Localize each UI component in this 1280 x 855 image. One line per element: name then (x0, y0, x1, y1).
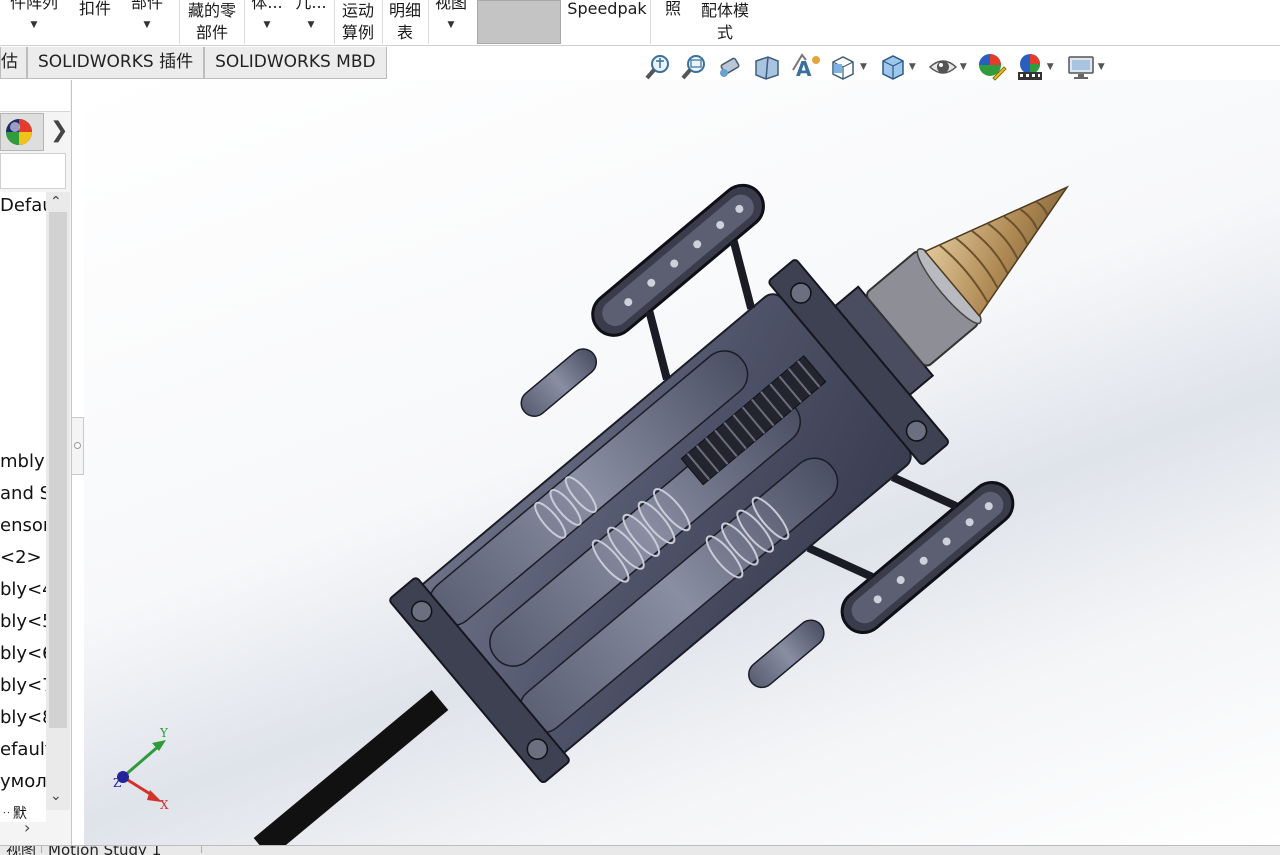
chevron-down-icon[interactable]: ▼ (124, 18, 170, 32)
tree-item[interactable]: ensor (0, 514, 46, 538)
ribbon-separator (650, 0, 651, 44)
tree-item[interactable]: efault (0, 738, 46, 762)
ribbon-speedpak-button[interactable]: Speedpak (566, 0, 648, 44)
chevron-down-icon[interactable]: ▼ (248, 18, 286, 32)
display-style-icon[interactable] (879, 52, 907, 82)
display-manager-tab[interactable] (0, 113, 44, 151)
chevron-down-icon[interactable]: ▼ (860, 62, 867, 72)
section-view-icon[interactable] (752, 53, 782, 81)
feature-manager-panel: ❯ Defau mbly< and S ensor <2> ( bly<4 bl… (0, 80, 72, 855)
tree-item[interactable]: Defau (0, 194, 46, 218)
view-orientation-icon[interactable] (828, 52, 858, 82)
cable (253, 690, 449, 845)
tree-item[interactable]: <2> ( (0, 546, 46, 570)
tree-item[interactable]: bly<5 (0, 610, 46, 634)
zoom-to-fit-icon[interactable] (644, 53, 672, 81)
triad-z-label: Z (113, 776, 122, 790)
ribbon-separator (382, 0, 383, 44)
ribbon-highlighted-button[interactable] (477, 0, 561, 44)
previous-view-icon[interactable] (716, 53, 744, 81)
tab-evaluate[interactable]: 估 (0, 47, 27, 79)
triad-y-label: Y (160, 726, 168, 740)
tree-vertical-scrollbar[interactable]: ⌃ ⌄ (46, 192, 70, 810)
heads-up-view-toolbar: A ▼ ▼ ▼ ▼ ▼ (644, 49, 1105, 85)
panel-collapse-handle[interactable] (72, 417, 84, 475)
tree-item[interactable]: mbly< (0, 450, 46, 474)
graphics-area[interactable]: Y Z X (84, 80, 1280, 845)
ribbon-bill-of-materials-button[interactable]: 明细表 (385, 0, 425, 44)
scrollbar-thumb[interactable] (49, 212, 67, 728)
ribbon-exploded-view-button[interactable]: 视图 ▼ (430, 0, 472, 44)
ribbon-show-hidden-components-button[interactable]: 藏的零 部件 (183, 0, 241, 44)
ribbon-linear-pattern-button[interactable]: 件阵列 ▼ (4, 0, 64, 44)
coordinate-triad (117, 740, 166, 802)
ribbon-assembly-features-button[interactable]: 体... ▼ (248, 0, 286, 44)
view-settings-icon[interactable] (1066, 53, 1096, 81)
chevron-down-icon[interactable]: ▼ (1098, 62, 1105, 72)
dynamic-annotation-icon[interactable]: A (790, 52, 822, 82)
tab-solidworks-addins[interactable]: SOLIDWORKS 插件 (27, 47, 205, 79)
tab-model-view[interactable]: 视图 (0, 846, 42, 855)
tree-item[interactable]: bly<4 (0, 578, 46, 602)
chevron-down-icon[interactable]: ▼ (294, 18, 328, 32)
chevron-right-icon[interactable]: ❯ (50, 118, 68, 143)
chevron-down-icon[interactable]: ▼ (909, 62, 916, 72)
tree-item[interactable]: and S (0, 482, 46, 506)
chevron-down-icon[interactable]: ▼ (960, 62, 967, 72)
tree-item[interactable]: bly<7 (0, 674, 46, 698)
chevron-down-icon[interactable]: ▼ (430, 18, 472, 32)
assembly-model-render[interactable] (84, 80, 1280, 845)
chevron-down-icon[interactable]: ▼ (4, 18, 64, 32)
hide-show-items-icon[interactable] (928, 53, 958, 81)
command-manager-tabs: 估 SOLIDWORKS 插件 SOLIDWORKS MBD (0, 47, 387, 79)
edit-appearance-icon[interactable] (977, 52, 1007, 82)
tree-item[interactable]: ᆢ默 (0, 802, 27, 822)
ribbon-new-motion-study-button[interactable]: 运动 算例 (338, 0, 378, 44)
command-manager-ribbon: 件阵列 ▼ 扣件 部件 ▼ 藏的零 部件 体... ▼ 几... ▼ 运动 算例 明细表 视… (0, 0, 1280, 46)
apply-scene-icon[interactable] (1015, 52, 1045, 82)
feature-tree: Defau mbly< and S ensor <2> ( bly<4 bly<… (0, 192, 46, 822)
ribbon-fastener-button[interactable]: 扣件 (72, 0, 118, 44)
triad-x-label: X (160, 798, 169, 812)
tree-item[interactable]: bly<8 (0, 706, 46, 730)
tree-filter-input[interactable] (0, 153, 66, 189)
tree-item[interactable]: умолч (0, 770, 46, 794)
bottom-tabs: 视图 Motion Study 1 (0, 845, 1280, 855)
scroll-right-icon[interactable]: › (24, 818, 30, 837)
scroll-down-icon[interactable]: ⌄ (50, 788, 62, 804)
appearance-sphere-icon (6, 119, 32, 145)
tab-motion-study[interactable]: Motion Study 1 (42, 846, 202, 855)
ribbon-large-assembly-mode-button[interactable]: 配体模式 (694, 0, 756, 44)
scroll-up-icon[interactable]: ⌃ (50, 194, 62, 210)
tab-solidworks-mbd[interactable]: SOLIDWORKS MBD (204, 47, 387, 79)
panel-header (0, 80, 70, 112)
ribbon-separator (179, 0, 180, 44)
ribbon-reference-geometry-button[interactable]: 几... ▼ (294, 0, 328, 44)
handle-dot-icon (74, 442, 81, 449)
ribbon-separator (428, 0, 429, 44)
ribbon-snapshot-button[interactable]: 照 (656, 0, 690, 44)
chevron-down-icon[interactable]: ▼ (1047, 62, 1054, 72)
ribbon-separator (334, 0, 335, 44)
ribbon-component-button[interactable]: 部件 ▼ (124, 0, 170, 44)
tree-item[interactable]: bly<6 (0, 642, 46, 666)
zoom-to-area-icon[interactable] (680, 53, 708, 81)
ribbon-separator (244, 0, 245, 44)
